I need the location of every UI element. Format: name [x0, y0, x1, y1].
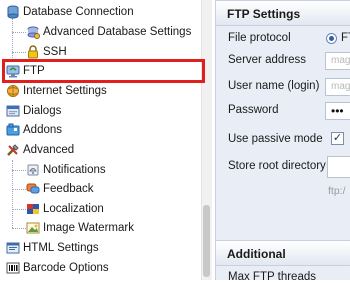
- file-protocol-label: File protocol: [228, 32, 291, 44]
- additional-header: Additional: [216, 240, 350, 266]
- tree-item-notifications[interactable]: Notifications: [0, 160, 200, 180]
- server-address-label: Server address: [228, 54, 306, 66]
- tree-item-label: Barcode Options: [23, 262, 109, 274]
- database-icon: [6, 5, 20, 19]
- ftp-selection-highlight: [2, 59, 205, 83]
- dialogs-icon: [6, 104, 20, 118]
- tree-item-advanced[interactable]: Advanced: [0, 140, 200, 160]
- file-protocol-radio[interactable]: [326, 33, 337, 44]
- tree-item-label: HTML Settings: [23, 242, 99, 254]
- barcode-icon: [6, 261, 20, 275]
- tree-item-html-settings[interactable]: HTML Settings: [0, 238, 200, 258]
- tree-item-dialogs[interactable]: Dialogs: [0, 101, 200, 121]
- feedback-icon: [26, 182, 40, 196]
- settings-panel: FTP Settings File protocol FT Server add…: [215, 0, 350, 283]
- db-settings-icon: [26, 25, 40, 39]
- image-icon: [26, 221, 40, 235]
- password-input[interactable]: •••: [325, 102, 350, 120]
- tree-item-label: Notifications: [43, 164, 106, 176]
- passive-mode-checkbox[interactable]: ✓: [331, 132, 344, 145]
- ftp-url-hint: ftp:/: [328, 185, 346, 197]
- lock-icon: [26, 45, 40, 59]
- tree-item-label: Database Connection: [23, 6, 134, 18]
- tree-item-label: Addons: [23, 124, 63, 136]
- store-root-directory-label: Store root directory: [228, 160, 326, 172]
- tree-item-database-connection[interactable]: Database Connection: [0, 2, 200, 22]
- password-label: Password: [228, 104, 279, 116]
- tree-item-feedback[interactable]: Feedback: [0, 179, 200, 199]
- internet-icon: [6, 84, 20, 98]
- tree-item-label: Localization: [43, 203, 104, 215]
- html-icon: [6, 241, 20, 255]
- tree-item-label: Advanced Database Settings: [43, 26, 192, 38]
- tree-item-label: Advanced: [23, 144, 75, 156]
- tree-item-barcode-options[interactable]: Barcode Options: [0, 258, 200, 278]
- notifications-icon: [26, 163, 40, 177]
- server-address-input[interactable]: mag: [325, 52, 350, 70]
- tree-item-advanced-database-settings[interactable]: Advanced Database Settings: [0, 22, 200, 42]
- user-name-label: User name (login): [228, 80, 320, 92]
- tree-item-image-watermark[interactable]: Image Watermark: [0, 218, 200, 238]
- user-name-input[interactable]: mag: [325, 78, 350, 96]
- localization-icon: [26, 202, 40, 216]
- tree-item-label: Feedback: [43, 183, 94, 195]
- tree-scrollbar-thumb[interactable]: [203, 205, 210, 277]
- tree-item-label: Internet Settings: [23, 85, 107, 97]
- file-protocol-value: FT: [341, 32, 350, 44]
- tree-item-localization[interactable]: Localization: [0, 199, 200, 219]
- passive-mode-label: Use passive mode: [228, 133, 323, 145]
- ftp-settings-header: FTP Settings: [216, 0, 350, 26]
- tree-item-addons[interactable]: Addons: [0, 120, 200, 140]
- settings-tree: Database Connection Advanced Database Se…: [0, 0, 212, 280]
- tree-item-internet-settings[interactable]: Internet Settings: [0, 81, 200, 101]
- tools-icon: [6, 143, 20, 157]
- store-root-directory-input[interactable]: [327, 156, 350, 178]
- tree-item-label: Dialogs: [23, 105, 62, 117]
- max-ftp-threads-label: Max FTP threads: [228, 271, 316, 283]
- addons-icon: [6, 123, 20, 137]
- tree-item-label: Image Watermark: [43, 222, 134, 234]
